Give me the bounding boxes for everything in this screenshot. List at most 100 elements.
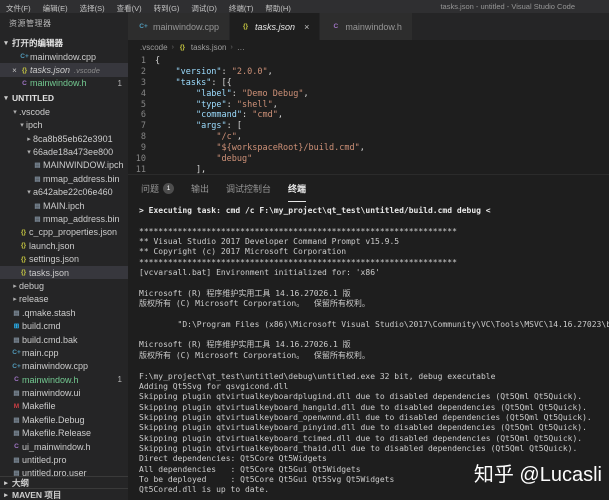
- panel-tab-调试控制台[interactable]: 调试控制台: [226, 175, 271, 202]
- editor-tab[interactable]: Cmainwindow.h: [320, 13, 413, 40]
- tree-item[interactable]: {}tasks.json: [0, 266, 128, 279]
- file-name: main.cpp: [22, 348, 59, 358]
- panel-tab-终端[interactable]: 终端: [288, 175, 306, 202]
- terminal-line: Adding Qt5Svg for qsvgicond.dll: [139, 382, 609, 392]
- file-name: mainwindow.h: [30, 78, 87, 88]
- menu-item[interactable]: 终端(T): [223, 4, 260, 13]
- sidebar-section-大纲[interactable]: ▸大纲: [0, 476, 128, 488]
- code-line: 9 "${workspaceRoot}/build.cmd",: [128, 143, 609, 154]
- code-line: 4 "label": "Demo Debug",: [128, 89, 609, 100]
- json-file-icon: {}: [18, 229, 29, 236]
- tree-item[interactable]: ▤mmap_address.bin: [0, 212, 128, 225]
- breadcrumb-item[interactable]: …: [237, 43, 245, 52]
- file-name: mainwindow.cpp: [30, 52, 96, 62]
- tree-item[interactable]: ▾66ade18a473ee800: [0, 145, 128, 158]
- tree-item[interactable]: ▤untitled.pro: [0, 453, 128, 466]
- tree-item[interactable]: Cui_mainwindow.h: [0, 440, 128, 453]
- tree-item[interactable]: ▤MAIN.ipch: [0, 199, 128, 212]
- menu-item[interactable]: 调试(D): [185, 4, 222, 13]
- tree-item[interactable]: ▸release: [0, 293, 128, 306]
- file-name: .qmake.stash: [22, 308, 76, 318]
- tree-item[interactable]: ▤Makefile.Debug: [0, 413, 128, 426]
- menu-item[interactable]: 选择(S): [74, 4, 111, 13]
- tree-item[interactable]: ⊞build.cmd: [0, 319, 128, 332]
- tree-item[interactable]: {}c_cpp_properties.json: [0, 226, 128, 239]
- tree-item[interactable]: {}settings.json: [0, 252, 128, 265]
- terminal-line: Skipping plugin qtvirtualkeyboard_tcimed…: [139, 434, 609, 444]
- cpp-file-icon: C+: [11, 349, 22, 356]
- tree-item[interactable]: ▸8ca8b85eb62e3901: [0, 132, 128, 145]
- tree-item[interactable]: {}launch.json: [0, 239, 128, 252]
- code-text: "/c",: [155, 132, 242, 143]
- tree-item[interactable]: C+mainwindow.cpp: [0, 360, 128, 373]
- line-number: 5: [128, 100, 155, 111]
- menu-item[interactable]: 编辑(E): [37, 4, 74, 13]
- menu-item[interactable]: 帮助(H): [259, 4, 296, 13]
- tree-item[interactable]: Cmainwindow.h1: [0, 373, 128, 386]
- code-line: 10 "debug": [128, 154, 609, 165]
- code-text: "label": "Demo Debug",: [155, 89, 309, 100]
- code-line: 5 "type": "shell",: [128, 100, 609, 111]
- tree-item[interactable]: ▤.qmake.stash: [0, 306, 128, 319]
- project-label: UNTITLED: [12, 93, 54, 103]
- chevron-down-icon: ▾: [2, 39, 10, 47]
- tree-item[interactable]: ▸debug: [0, 279, 128, 292]
- tree-item[interactable]: ▤build.cmd.bak: [0, 333, 128, 346]
- json-file-icon: {}: [18, 269, 29, 276]
- code-editor[interactable]: 1{2 "version": "2.0.0",3 "tasks": [{4 "l…: [128, 54, 609, 174]
- tree-item[interactable]: ▤MAINWINDOW.ipch: [0, 159, 128, 172]
- tree-item[interactable]: ▤mainwindow.ui: [0, 386, 128, 399]
- menu-item[interactable]: 查看(V): [111, 4, 148, 13]
- tree-item[interactable]: ▤mmap_address.bin: [0, 172, 128, 185]
- editor-tab[interactable]: C+mainwindow.cpp: [128, 13, 230, 40]
- h-file-icon: C: [19, 80, 30, 87]
- terminal-line: Skipping plugin qtvirtualkeyboard_hangul…: [139, 403, 609, 413]
- file-file-icon: ▤: [11, 416, 22, 424]
- file-name: release: [19, 294, 49, 304]
- tree-item[interactable]: C+main.cpp: [0, 346, 128, 359]
- terminal-line: ** Visual Studio 2017 Developer Command …: [139, 237, 609, 247]
- open-editors-section-header[interactable]: ▾ 打开的编辑器: [0, 35, 128, 50]
- tree-item[interactable]: ▾.vscode: [0, 105, 128, 118]
- file-file-icon: ▤: [32, 202, 43, 210]
- chevron-right-icon: ›: [231, 44, 233, 51]
- file-name: Makefile.Release: [22, 428, 91, 438]
- close-icon[interactable]: ×: [10, 66, 19, 75]
- editor-tab-bar: C+mainwindow.cpp{}tasks.json×Cmainwindow…: [128, 13, 609, 40]
- breadcrumb[interactable]: .vscode›{}tasks.json›…: [128, 40, 609, 54]
- terminal-line: "D:\Program Files (x86)\Microsoft Visual…: [139, 320, 609, 330]
- project-section-header[interactable]: ▾ UNTITLED: [0, 90, 128, 105]
- file-name: 66ade18a473ee800: [33, 147, 113, 157]
- breadcrumb-item[interactable]: .vscode: [140, 43, 168, 52]
- code-text: "type": "shell",: [155, 100, 278, 111]
- file-name: c_cpp_properties.json: [29, 227, 117, 237]
- menu-item[interactable]: 文件(F): [0, 4, 37, 13]
- panel-tab-问题[interactable]: 问题1: [141, 175, 174, 202]
- problem-count-badge: 1: [118, 79, 122, 88]
- tree-item[interactable]: ▾a642abe22c06e460: [0, 186, 128, 199]
- section-label: MAVEN 项目: [12, 489, 61, 500]
- menu-item[interactable]: 转到(G): [148, 4, 186, 13]
- terminal-line: ****************************************…: [139, 227, 609, 237]
- panel-tab-输出[interactable]: 输出: [191, 175, 209, 202]
- editor-tab[interactable]: {}tasks.json×: [230, 13, 320, 40]
- cpp-file-icon: C+: [19, 53, 30, 60]
- chevron-down-icon: ▾: [11, 108, 19, 116]
- code-line: 7 "args": [: [128, 121, 609, 132]
- tree-item[interactable]: ▤Makefile.Release: [0, 427, 128, 440]
- terminal-output[interactable]: > Executing task: cmd /c F:\my_project\q…: [128, 202, 609, 500]
- tree-item[interactable]: ▾ipch: [0, 119, 128, 132]
- breadcrumb-item[interactable]: tasks.json: [191, 43, 227, 52]
- open-editor-item[interactable]: Cmainwindow.h 1: [0, 77, 128, 90]
- sidebar-section-MAVEN 项目[interactable]: ▸MAVEN 项目: [0, 488, 128, 500]
- tree-item[interactable]: MMakefile: [0, 400, 128, 413]
- open-editor-item[interactable]: C+mainwindow.cpp: [0, 50, 128, 63]
- file-name: 8ca8b85eb62e3901: [33, 134, 113, 144]
- editor-area: C+mainwindow.cpp{}tasks.json×Cmainwindow…: [128, 13, 609, 500]
- json-file-icon: {}: [240, 23, 251, 30]
- chevron-down-icon: ▾: [25, 148, 33, 156]
- open-editor-item[interactable]: ×{}tasks.json.vscode: [0, 63, 128, 76]
- line-number: 4: [128, 89, 155, 100]
- file-file-icon: ▤: [32, 175, 43, 183]
- close-icon[interactable]: ×: [304, 22, 309, 32]
